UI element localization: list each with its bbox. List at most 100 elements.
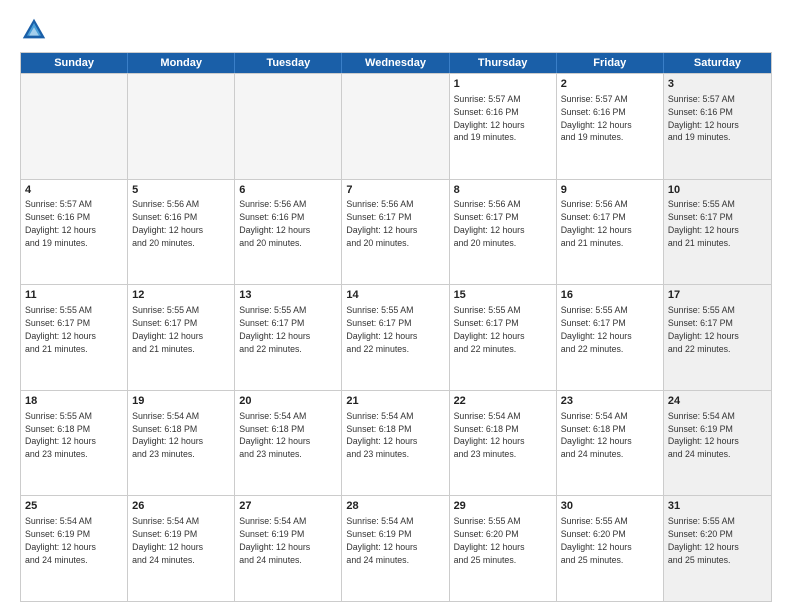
day-number: 13: [239, 288, 337, 303]
day-cell-28: 28Sunrise: 5:54 AM Sunset: 6:19 PM Dayli…: [342, 496, 449, 601]
day-info: Sunrise: 5:55 AM Sunset: 6:17 PM Dayligh…: [454, 305, 525, 354]
calendar-row-0: 1 Sunrise: 5:57 AM Sunset: 6:16 PM Daylig…: [21, 73, 771, 179]
day-number: 19: [132, 394, 230, 409]
day-number: 16: [561, 288, 659, 303]
day-info: Sunrise: 5:57 AM Sunset: 6:16 PM Dayligh…: [25, 199, 96, 248]
day-info: Sunrise: 5:54 AM Sunset: 6:19 PM Dayligh…: [668, 411, 739, 460]
calendar-body: 1 Sunrise: 5:57 AM Sunset: 6:16 PM Daylig…: [21, 73, 771, 601]
day-info: Sunrise: 5:57 AM Sunset: 6:16 PM Dayligh…: [561, 94, 632, 143]
day-info: Sunrise: 5:55 AM Sunset: 6:17 PM Dayligh…: [239, 305, 310, 354]
day-cell-15: 15 Sunrise: 5:55 AM Sunset: 6:17 PM Dayli…: [450, 285, 557, 390]
header-day-saturday: Saturday: [664, 53, 771, 73]
day-number: 23: [561, 394, 659, 409]
day-cell-12: 12Sunrise: 5:55 AM Sunset: 6:17 PM Dayli…: [128, 285, 235, 390]
day-info: Sunrise: 5:57 AM Sunset: 6:16 PM Dayligh…: [668, 94, 739, 143]
day-info: Sunrise: 5:54 AM Sunset: 6:18 PM Dayligh…: [346, 411, 417, 460]
day-cell-5: 5Sunrise: 5:56 AM Sunset: 6:16 PM Daylig…: [128, 180, 235, 285]
day-cell-29: 29Sunrise: 5:55 AM Sunset: 6:20 PM Dayli…: [450, 496, 557, 601]
day-cell-11: 11 Sunrise: 5:55 AM Sunset: 6:17 PM Dayli…: [21, 285, 128, 390]
day-info: Sunrise: 5:55 AM Sunset: 6:20 PM Dayligh…: [454, 516, 525, 565]
empty-cell: [21, 74, 128, 179]
day-cell-23: 23 Sunrise: 5:54 AM Sunset: 6:18 PM Dayli…: [557, 391, 664, 496]
day-cell-13: 13 Sunrise: 5:55 AM Sunset: 6:17 PM Dayli…: [235, 285, 342, 390]
day-cell-24: 24 Sunrise: 5:54 AM Sunset: 6:19 PM Dayli…: [664, 391, 771, 496]
day-info: Sunrise: 5:55 AM Sunset: 6:17 PM Dayligh…: [346, 305, 417, 354]
day-number: 7: [346, 183, 444, 198]
calendar-row-1: 4Sunrise: 5:57 AM Sunset: 6:16 PM Daylig…: [21, 179, 771, 285]
day-info: Sunrise: 5:54 AM Sunset: 6:19 PM Dayligh…: [346, 516, 417, 565]
day-cell-18: 18 Sunrise: 5:55 AM Sunset: 6:18 PM Dayli…: [21, 391, 128, 496]
day-cell-22: 22 Sunrise: 5:54 AM Sunset: 6:18 PM Dayli…: [450, 391, 557, 496]
day-cell-9: 9Sunrise: 5:56 AM Sunset: 6:17 PM Daylig…: [557, 180, 664, 285]
day-number: 26: [132, 499, 230, 514]
day-info: Sunrise: 5:55 AM Sunset: 6:17 PM Dayligh…: [668, 305, 739, 354]
day-info: Sunrise: 5:55 AM Sunset: 6:20 PM Dayligh…: [668, 516, 739, 565]
day-number: 20: [239, 394, 337, 409]
day-cell-19: 19 Sunrise: 5:54 AM Sunset: 6:18 PM Dayli…: [128, 391, 235, 496]
day-info: Sunrise: 5:56 AM Sunset: 6:16 PM Dayligh…: [132, 199, 203, 248]
day-number: 15: [454, 288, 552, 303]
day-number: 31: [668, 499, 767, 514]
day-cell-1: 1 Sunrise: 5:57 AM Sunset: 6:16 PM Daylig…: [450, 74, 557, 179]
day-number: 30: [561, 499, 659, 514]
day-number: 11: [25, 288, 123, 303]
logo: [20, 16, 54, 44]
day-number: 6: [239, 183, 337, 198]
day-number: 8: [454, 183, 552, 198]
day-cell-4: 4Sunrise: 5:57 AM Sunset: 6:16 PM Daylig…: [21, 180, 128, 285]
calendar-header: SundayMondayTuesdayWednesdayThursdayFrid…: [21, 53, 771, 73]
calendar: SundayMondayTuesdayWednesdayThursdayFrid…: [20, 52, 772, 602]
header: [20, 16, 772, 44]
day-info: Sunrise: 5:54 AM Sunset: 6:18 PM Dayligh…: [561, 411, 632, 460]
day-info: Sunrise: 5:54 AM Sunset: 6:18 PM Dayligh…: [454, 411, 525, 460]
day-cell-16: 16 Sunrise: 5:55 AM Sunset: 6:17 PM Dayli…: [557, 285, 664, 390]
day-cell-17: 17Sunrise: 5:55 AM Sunset: 6:17 PM Dayli…: [664, 285, 771, 390]
header-day-thursday: Thursday: [450, 53, 557, 73]
day-info: Sunrise: 5:55 AM Sunset: 6:18 PM Dayligh…: [25, 411, 96, 460]
day-cell-14: 14 Sunrise: 5:55 AM Sunset: 6:17 PM Dayli…: [342, 285, 449, 390]
day-info: Sunrise: 5:56 AM Sunset: 6:17 PM Dayligh…: [454, 199, 525, 248]
empty-cell: [235, 74, 342, 179]
calendar-row-4: 25 Sunrise: 5:54 AM Sunset: 6:19 PM Dayli…: [21, 495, 771, 601]
day-number: 27: [239, 499, 337, 514]
day-info: Sunrise: 5:55 AM Sunset: 6:20 PM Dayligh…: [561, 516, 632, 565]
day-number: 25: [25, 499, 123, 514]
day-cell-21: 21 Sunrise: 5:54 AM Sunset: 6:18 PM Dayli…: [342, 391, 449, 496]
day-number: 24: [668, 394, 767, 409]
day-number: 14: [346, 288, 444, 303]
day-cell-3: 3 Sunrise: 5:57 AM Sunset: 6:16 PM Daylig…: [664, 74, 771, 179]
day-cell-27: 27 Sunrise: 5:54 AM Sunset: 6:19 PM Dayli…: [235, 496, 342, 601]
header-day-monday: Monday: [128, 53, 235, 73]
day-number: 1: [454, 77, 552, 92]
day-cell-10: 10Sunrise: 5:55 AM Sunset: 6:17 PM Dayli…: [664, 180, 771, 285]
calendar-row-3: 18 Sunrise: 5:55 AM Sunset: 6:18 PM Dayli…: [21, 390, 771, 496]
day-number: 22: [454, 394, 552, 409]
day-number: 18: [25, 394, 123, 409]
day-cell-7: 7Sunrise: 5:56 AM Sunset: 6:17 PM Daylig…: [342, 180, 449, 285]
header-day-sunday: Sunday: [21, 53, 128, 73]
day-cell-8: 8Sunrise: 5:56 AM Sunset: 6:17 PM Daylig…: [450, 180, 557, 285]
day-info: Sunrise: 5:54 AM Sunset: 6:19 PM Dayligh…: [132, 516, 203, 565]
day-info: Sunrise: 5:55 AM Sunset: 6:17 PM Dayligh…: [25, 305, 96, 354]
logo-icon: [20, 16, 48, 44]
day-info: Sunrise: 5:54 AM Sunset: 6:18 PM Dayligh…: [239, 411, 310, 460]
day-info: Sunrise: 5:54 AM Sunset: 6:19 PM Dayligh…: [25, 516, 96, 565]
day-number: 5: [132, 183, 230, 198]
header-day-tuesday: Tuesday: [235, 53, 342, 73]
day-cell-31: 31 Sunrise: 5:55 AM Sunset: 6:20 PM Dayli…: [664, 496, 771, 601]
day-info: Sunrise: 5:57 AM Sunset: 6:16 PM Dayligh…: [454, 94, 525, 143]
empty-cell: [128, 74, 235, 179]
day-info: Sunrise: 5:55 AM Sunset: 6:17 PM Dayligh…: [132, 305, 203, 354]
day-info: Sunrise: 5:56 AM Sunset: 6:17 PM Dayligh…: [561, 199, 632, 248]
day-info: Sunrise: 5:54 AM Sunset: 6:18 PM Dayligh…: [132, 411, 203, 460]
day-cell-20: 20 Sunrise: 5:54 AM Sunset: 6:18 PM Dayli…: [235, 391, 342, 496]
day-number: 21: [346, 394, 444, 409]
header-day-wednesday: Wednesday: [342, 53, 449, 73]
day-info: Sunrise: 5:55 AM Sunset: 6:17 PM Dayligh…: [561, 305, 632, 354]
day-info: Sunrise: 5:54 AM Sunset: 6:19 PM Dayligh…: [239, 516, 310, 565]
day-number: 2: [561, 77, 659, 92]
day-cell-6: 6Sunrise: 5:56 AM Sunset: 6:16 PM Daylig…: [235, 180, 342, 285]
day-number: 9: [561, 183, 659, 198]
day-number: 3: [668, 77, 767, 92]
day-cell-26: 26 Sunrise: 5:54 AM Sunset: 6:19 PM Dayli…: [128, 496, 235, 601]
